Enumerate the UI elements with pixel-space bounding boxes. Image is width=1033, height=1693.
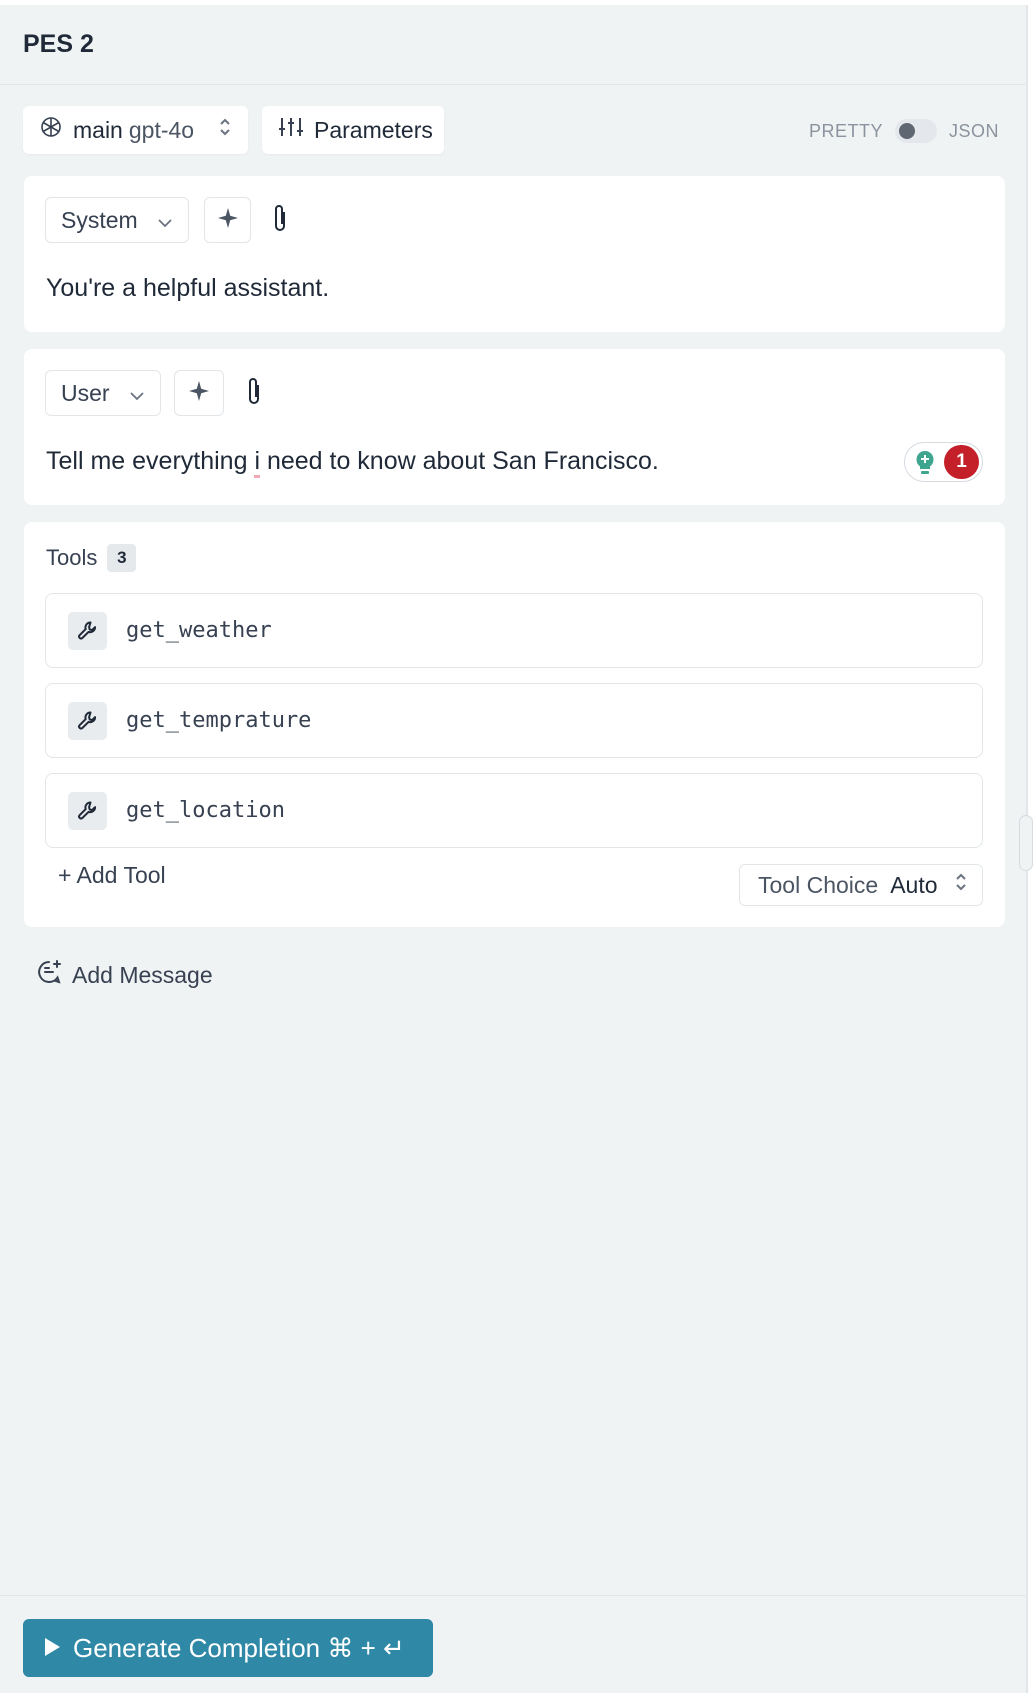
tool-item[interactable]: get_location: [45, 773, 983, 848]
paperclip-icon: [246, 375, 262, 412]
chevron-updown-icon: [218, 116, 232, 144]
role-select-system[interactable]: System: [45, 197, 189, 243]
sliders-icon: [278, 115, 304, 145]
openai-icon: [39, 115, 63, 145]
chevron-down-icon: [129, 380, 145, 407]
suggestion-count: 1: [944, 445, 979, 479]
parameters-button[interactable]: Parameters: [262, 106, 444, 154]
tool-item[interactable]: get_temprature: [45, 683, 983, 758]
attach-button[interactable]: [268, 203, 292, 237]
role-label: User: [61, 379, 110, 406]
tool-name: get_temprature: [126, 708, 312, 733]
lightbulb-icon: [913, 449, 937, 482]
paperclip-icon: [272, 202, 288, 239]
tools-title: Tools: [46, 545, 98, 570]
page-title: PES 2: [23, 30, 94, 58]
add-message-button[interactable]: Add Message: [36, 959, 213, 991]
tools-card: Tools 3 get_weather get_temprature get_l…: [24, 522, 1005, 927]
wrench-icon: [68, 612, 107, 650]
wrench-icon: [68, 792, 107, 830]
tool-choice-value: Auto: [890, 871, 938, 898]
grammar-suggestion-badge[interactable]: 1: [904, 442, 983, 482]
wrench-icon: [68, 702, 107, 740]
json-label: JSON: [948, 120, 999, 141]
panel-header: PES 2: [0, 5, 1028, 85]
message-text-start: Tell me everything: [46, 447, 255, 475]
sparkle-icon: [217, 207, 239, 234]
sparkle-icon: [188, 380, 210, 407]
message-text-end: need to know about San Francisco.: [260, 447, 659, 475]
pretty-json-toggle[interactable]: [894, 119, 937, 143]
magic-button[interactable]: [204, 197, 251, 243]
tools-header: Tools 3: [46, 544, 137, 572]
format-toggle-group: PRETTY JSON: [809, 119, 999, 143]
pretty-label: PRETTY: [808, 120, 883, 141]
model-selector[interactable]: main gpt-4o: [23, 106, 248, 154]
chevron-down-icon: [157, 207, 173, 234]
tools-count-badge: 3: [107, 544, 137, 572]
role-select-user[interactable]: User: [45, 370, 161, 416]
generate-completion-button[interactable]: Generate Completion ⌘ + ↵: [23, 1619, 433, 1677]
toggle-knob: [898, 123, 915, 139]
system-message-card: System You're a helpful assistant.: [24, 176, 1005, 332]
message-plus-icon: [36, 959, 62, 991]
tool-item[interactable]: get_weather: [45, 593, 983, 668]
user-message-card: User Tell me everything i need to know a…: [24, 349, 1005, 505]
parameters-label: Parameters: [314, 116, 433, 143]
system-message-text[interactable]: You're a helpful assistant.: [46, 274, 329, 303]
magic-button[interactable]: [174, 370, 224, 416]
panel-resize-handle[interactable]: [1019, 815, 1033, 871]
tool-name: get_weather: [126, 618, 272, 643]
chevron-updown-icon: [954, 871, 968, 899]
add-message-label: Add Message: [72, 961, 213, 988]
play-icon: [43, 1633, 61, 1664]
model-prefix: main: [73, 116, 123, 143]
playground-panel: PES 2 main gpt-4o Parameters PRETTY JSON…: [0, 5, 1033, 1693]
footer-divider: [0, 1595, 1028, 1596]
tool-choice-select[interactable]: Tool Choice Auto: [739, 864, 983, 906]
role-label: System: [61, 206, 138, 233]
tool-choice-label: Tool Choice: [758, 871, 879, 898]
model-name: gpt-4o: [128, 116, 195, 143]
generate-label: Generate Completion ⌘ + ↵: [73, 1632, 405, 1663]
attach-button[interactable]: [242, 376, 266, 410]
add-tool-button[interactable]: + Add Tool: [58, 862, 166, 889]
user-message-text[interactable]: Tell me everything i need to know about …: [46, 447, 659, 478]
tool-name: get_location: [126, 798, 285, 823]
